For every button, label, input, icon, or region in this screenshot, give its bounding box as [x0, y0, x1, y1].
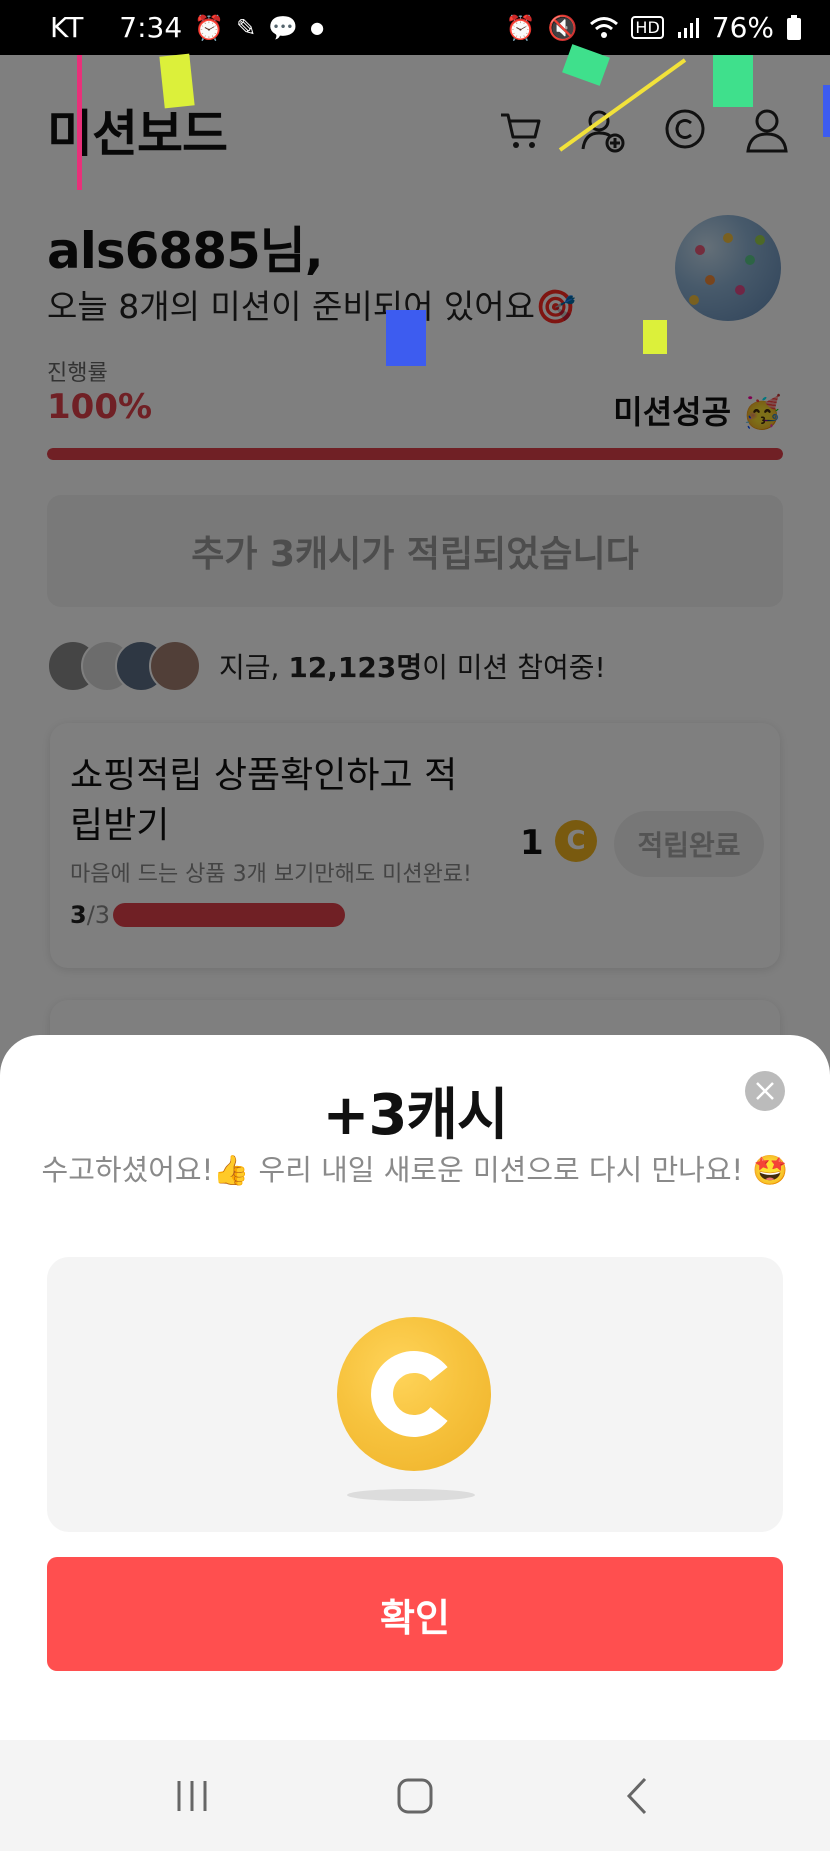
confetti-streamer [558, 58, 687, 152]
reward-modal: +3캐시 수고하셨어요!👍 우리 내일 새로운 미션으로 다시 만나요! 🤩 확… [0, 1035, 830, 1740]
battery-icon [787, 14, 801, 40]
confetti-piece [713, 55, 753, 107]
back-icon[interactable] [615, 1773, 661, 1819]
signal-icon [677, 17, 699, 38]
confetti-piece [643, 320, 667, 354]
coin-shadow [347, 1489, 475, 1501]
dot-icon: ● [310, 17, 325, 37]
cash-coin-icon [337, 1317, 491, 1471]
reward-illustration [47, 1257, 783, 1532]
recent-apps-icon[interactable] [169, 1773, 215, 1819]
home-icon[interactable] [392, 1773, 438, 1819]
wifi-icon [590, 16, 619, 38]
confetti-piece [386, 310, 426, 366]
close-icon [756, 1082, 774, 1100]
hd-icon: HD [631, 16, 664, 39]
confetti-piece [159, 53, 195, 109]
battery-level: 76% [711, 11, 774, 44]
alarm-icon: ⏰ [505, 13, 536, 42]
mute-icon: 🔇 [547, 13, 578, 42]
clock: 7:34 [119, 11, 183, 44]
modal-message: 수고하셨어요!👍 우리 내일 새로운 미션으로 다시 만나요! 🤩 [41, 1153, 789, 1187]
modal-title: +3캐시 [322, 1083, 509, 1148]
confetti-piece [77, 55, 82, 190]
alarm-icon: ⏰ [194, 13, 225, 42]
confirm-button[interactable]: 확인 [47, 1557, 783, 1671]
confetti-piece [823, 85, 830, 137]
close-button[interactable] [745, 1071, 785, 1111]
system-nav-bar [0, 1740, 830, 1851]
carrier: KT [50, 11, 84, 44]
chat-bubble-icon: 💬 [268, 13, 299, 42]
status-bar: KT 7:34 ⏰ ✎ 💬 ● ⏰ 🔇 HD 76% [0, 0, 830, 55]
feather-icon: ✎ [236, 13, 257, 42]
